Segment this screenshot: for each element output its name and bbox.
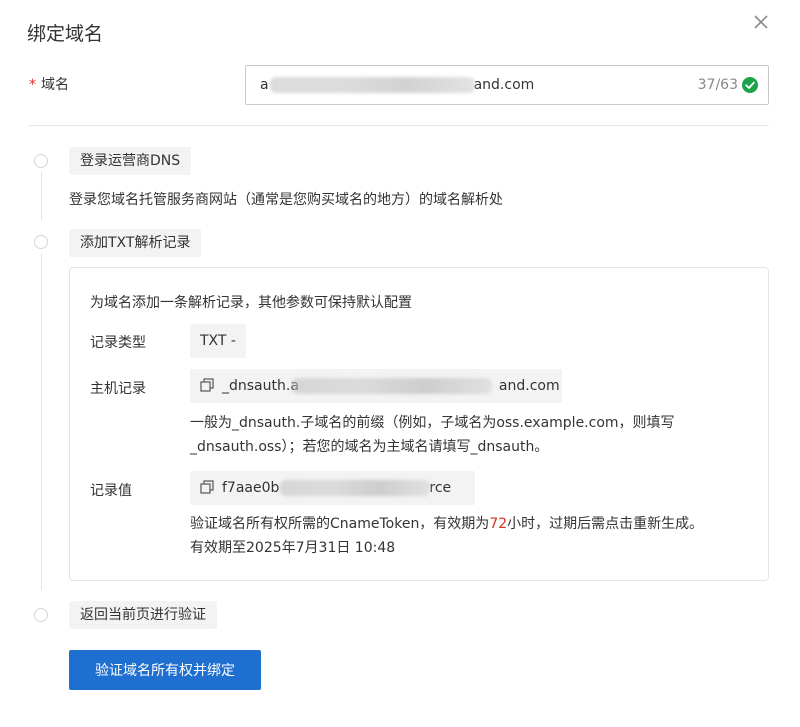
step-1-desc: 登录您域名托管服务商网站（通常是您购买域名的地方）的域名解析处 xyxy=(69,192,503,208)
step-2-title: 添加TXT解析记录 xyxy=(69,229,202,257)
domain-value-prefix: a xyxy=(260,77,269,93)
domain-field-label: * 域名 xyxy=(29,74,69,94)
host-record-value: _dnsauth.a and.com xyxy=(190,369,562,403)
host-hint-line1: 一般为_dnsauth.子域名的前缀（例如，子域名为oss.example.co… xyxy=(190,415,675,431)
step-2-line xyxy=(41,253,42,590)
step-3-title: 返回当前页进行验证 xyxy=(69,601,217,629)
step-3-dot xyxy=(34,608,48,622)
host-prefix: _dnsauth.a xyxy=(222,378,299,394)
value-prefix: f7aae0b xyxy=(222,480,280,496)
redacted-text xyxy=(292,378,492,394)
dialog-title: 绑定域名 xyxy=(27,23,104,45)
step-1-title: 登录运营商DNS xyxy=(69,147,192,175)
value-hint-text-end: 小时，过期后需点击重新生成。 xyxy=(507,516,704,532)
host-hint-line2: _dnsauth.oss）；若您的域名为主域名请填写_dnsauth。 xyxy=(190,439,549,455)
value-suffix: rce xyxy=(429,480,452,496)
check-circle-icon xyxy=(742,77,758,93)
dns-record-card: 为域名添加一条解析记录，其他参数可保持默认配置 记录类型 TXT - 主机记录 … xyxy=(69,267,769,581)
value-hint-text: 验证域名所有权所需的CnameToken，有效期为 xyxy=(190,516,490,532)
copy-icon[interactable] xyxy=(200,378,214,392)
validity-hours: 72 xyxy=(489,516,508,532)
host-hint: 一般为_dnsauth.子域名的前缀（例如，子域名为oss.example.co… xyxy=(190,411,675,459)
verify-and-bind-button[interactable]: 验证域名所有权并绑定 xyxy=(69,650,261,690)
domain-label-text: 域名 xyxy=(41,77,69,93)
record-intro: 为域名添加一条解析记录，其他参数可保持默认配置 xyxy=(90,295,412,311)
char-count: 37/63 xyxy=(697,77,738,93)
redacted-text xyxy=(280,480,430,496)
required-mark: * xyxy=(29,77,36,93)
value-hint-line1: 验证域名所有权所需的CnameToken，有效期为72小时，过期后需点击重新生成… xyxy=(190,512,703,536)
record-value-label: 记录值 xyxy=(90,483,132,499)
redacted-text xyxy=(270,77,475,93)
step-2-dot xyxy=(34,235,48,249)
record-value: f7aae0b rce xyxy=(190,471,475,505)
record-type-value: TXT - xyxy=(190,324,246,358)
close-icon[interactable] xyxy=(751,12,771,32)
value-hint: 验证域名所有权所需的CnameToken，有效期为72小时，过期后需点击重新生成… xyxy=(190,512,703,560)
expiry-text: 有效期至2025年7月31日 10:48 xyxy=(190,540,396,556)
host-suffix: and.com xyxy=(498,378,560,394)
domain-value-suffix: and.com xyxy=(473,77,535,93)
host-record-label: 主机记录 xyxy=(90,381,146,397)
step-1-dot xyxy=(34,154,48,168)
copy-icon[interactable] xyxy=(200,480,214,494)
record-type-label: 记录类型 xyxy=(90,335,146,351)
step-1-line xyxy=(41,172,42,220)
divider xyxy=(29,125,769,126)
domain-input-field[interactable]: a and.com 37/63 xyxy=(245,65,769,105)
